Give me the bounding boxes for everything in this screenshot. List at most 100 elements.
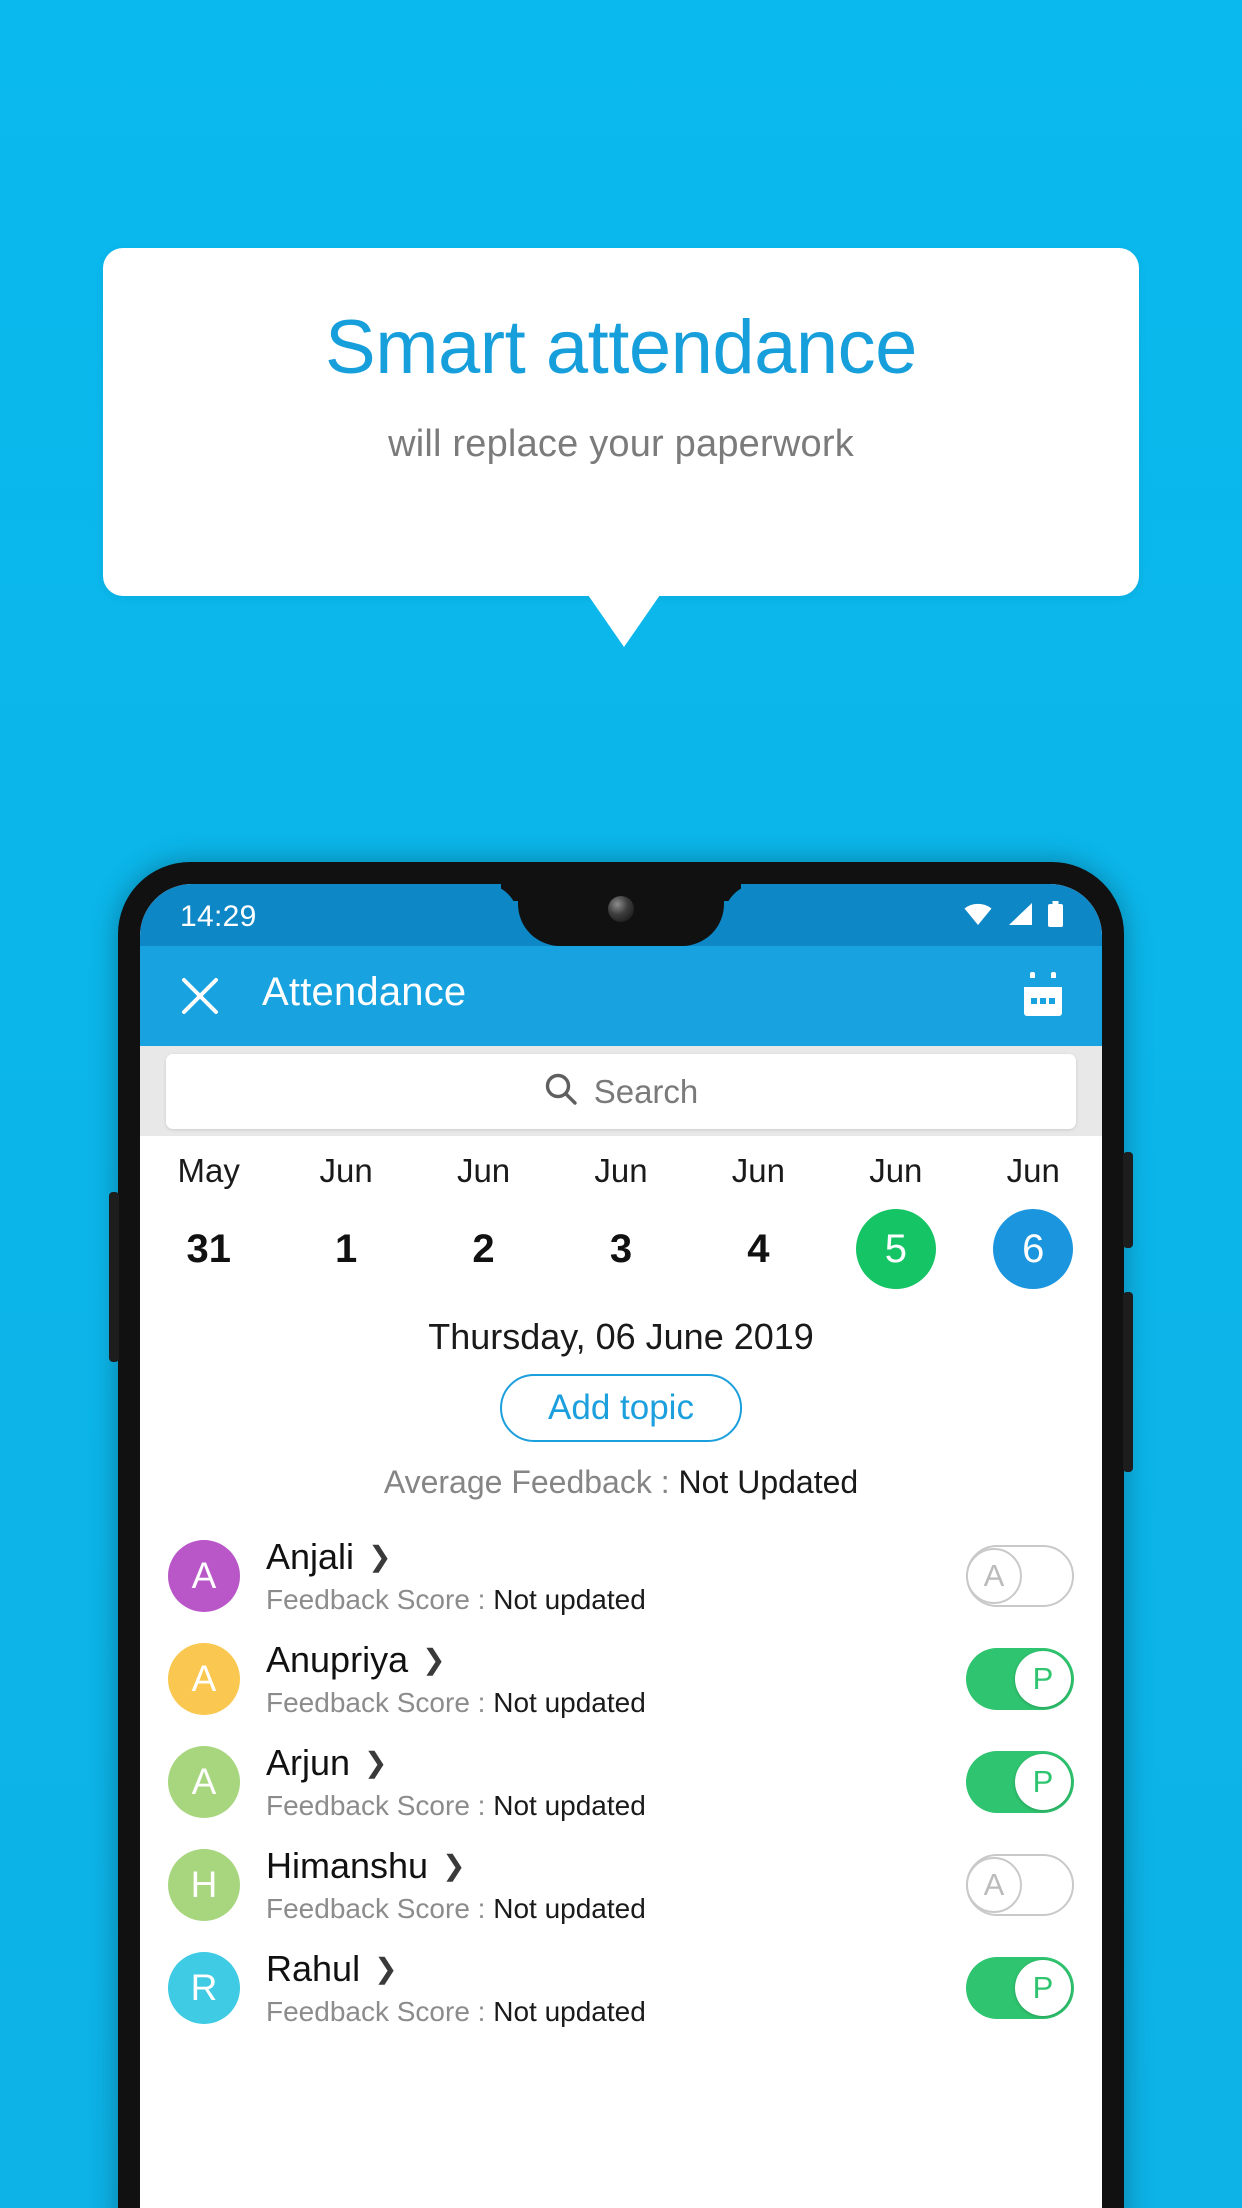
search-icon [544,1072,578,1111]
attendance-toggle[interactable]: A [966,1853,1074,1916]
phone-mockup: 14:29 Attendance Search May 31 Jun 1 Jun… [109,862,1133,2208]
attendance-toggle[interactable]: P [966,1956,1074,2019]
attendance-toggle-knob: A [966,1547,1022,1604]
avatar: A [168,1745,240,1818]
date-day-label: 5 [884,1227,907,1271]
date-day-badge: 6 [993,1209,1074,1289]
feedback-score-label: Feedback Score : [266,1583,494,1615]
date-month-label: Jun [319,1152,373,1189]
student-row[interactable]: A Anupriya ❯ Feedback Score : Not updated P [140,1627,1102,1730]
feedback-score-line: Feedback Score : Not updated [266,1687,966,1719]
student-info: Arjun ❯ Feedback Score : Not updated [240,1742,966,1822]
avatar: R [168,1951,240,2024]
date-cell-jun-1[interactable]: Jun 1 [277,1136,414,1289]
selected-day-label: Thursday, 06 June 2019 [428,1316,814,1357]
date-month-label: Jun [869,1152,923,1189]
status-icons [963,901,1064,932]
student-name-line[interactable]: Himanshu ❯ [266,1845,966,1887]
student-info: Himanshu ❯ Feedback Score : Not updated [240,1845,966,1925]
date-day-label: 3 [609,1227,633,1271]
student-name: Himanshu [266,1844,429,1886]
average-feedback-value: Not Updated [678,1464,859,1500]
student-info: Anupriya ❯ Feedback Score : Not updated [240,1639,966,1719]
feedback-score-value: Not updated [493,1995,646,2027]
feedback-score-line: Feedback Score : Not updated [266,1584,966,1616]
date-day-badge: 2 [444,1209,524,1289]
date-month-label: May [177,1152,240,1189]
search-bar-container: Search [140,1046,1102,1136]
student-name-line[interactable]: Arjun ❯ [266,1742,966,1784]
search-placeholder: Search [593,1072,699,1110]
date-cell-jun-3[interactable]: Jun 3 [552,1136,689,1289]
student-name-line[interactable]: Anupriya ❯ [266,1639,966,1681]
signal-icon [1007,902,1033,931]
student-row[interactable]: H Himanshu ❯ Feedback Score : Not updated A [140,1833,1102,1936]
date-day-label: 1 [335,1227,358,1271]
search-input[interactable]: Search [166,1054,1076,1129]
date-day-label: 2 [472,1227,495,1271]
date-day-label: 31 [186,1227,231,1271]
student-name: Arjun [266,1741,351,1783]
date-day-badge: 5 [855,1209,936,1289]
chevron-right-icon[interactable]: ❯ [368,1542,391,1571]
date-month-label: Jun [456,1152,511,1189]
status-time: 14:29 [180,900,257,933]
feedback-score-label: Feedback Score : [266,1789,494,1821]
date-day-label: 4 [747,1227,770,1271]
date-month-label: Jun [731,1152,785,1189]
chevron-right-icon[interactable]: ❯ [364,1748,387,1777]
battery-icon [1047,901,1064,932]
date-month-label: Jun [1006,1152,1060,1189]
date-day-badge: 31 [169,1209,249,1289]
chevron-right-icon[interactable]: ❯ [442,1851,465,1880]
chevron-right-icon[interactable]: ❯ [374,1954,397,1983]
date-cell-jun-4[interactable]: Jun 4 [690,1136,827,1289]
date-day-badge: 3 [581,1209,661,1289]
student-row[interactable]: R Rahul ❯ Feedback Score : Not updated P [140,1936,1102,2039]
date-cell-jun-5[interactable]: Jun 5 [827,1136,964,1289]
assistant-button[interactable] [109,1192,119,1362]
feedback-score-value: Not updated [493,1583,646,1615]
attendance-toggle[interactable]: A [966,1544,1074,1607]
student-info: Rahul ❯ Feedback Score : Not updated [240,1948,966,2028]
calendar-icon[interactable] [1020,972,1066,1020]
feedback-score-label: Feedback Score : [266,1892,494,1924]
date-cell-jun-2[interactable]: Jun 2 [415,1136,552,1289]
student-row[interactable]: A Anjali ❯ Feedback Score : Not updated A [140,1524,1102,1627]
date-strip: May 31 Jun 1 Jun 2 Jun 3 Jun 4 Jun 5 Jun 6 [140,1136,1102,1314]
wifi-icon [963,902,993,931]
power-button[interactable] [1123,1152,1133,1248]
feedback-score-line: Feedback Score : Not updated [266,1996,966,2028]
headline-card: Smart attendance will replace your paper… [103,248,1139,596]
add-topic-button[interactable]: Add topic [500,1374,742,1442]
page-title: Smart attendance [325,305,917,390]
close-icon[interactable] [178,974,222,1018]
average-feedback: Average Feedback : Not Updated [140,1464,1102,1501]
feedback-score-label: Feedback Score : [266,1995,494,2027]
student-list[interactable]: A Anjali ❯ Feedback Score : Not updated A A An… [140,1524,1102,2208]
feedback-score-value: Not updated [493,1789,646,1821]
attendance-toggle[interactable]: P [966,1750,1074,1813]
feedback-score-line: Feedback Score : Not updated [266,1790,966,1822]
page-subtitle: will replace your paperwork [388,423,854,465]
date-cell-jun-6[interactable]: Jun 6 [965,1136,1102,1289]
feedback-score-value: Not updated [493,1892,646,1924]
average-feedback-label: Average Feedback : [383,1464,679,1500]
date-day-badge: 1 [306,1209,386,1289]
feedback-score-line: Feedback Score : Not updated [266,1893,966,1925]
attendance-toggle-knob: P [1015,1753,1071,1810]
app-bar: Attendance [140,946,1102,1046]
student-name-line[interactable]: Rahul ❯ [266,1948,966,1990]
student-name-line[interactable]: Anjali ❯ [266,1536,966,1578]
chevron-right-icon[interactable]: ❯ [422,1645,445,1674]
student-info: Anjali ❯ Feedback Score : Not updated [240,1536,966,1616]
attendance-toggle-knob: P [1015,1650,1071,1707]
feedback-score-value: Not updated [493,1686,646,1718]
date-cell-may-31[interactable]: May 31 [140,1136,277,1289]
feedback-score-label: Feedback Score : [266,1686,494,1718]
phone-screen: 14:29 Attendance Search May 31 Jun 1 Jun… [140,884,1102,2208]
attendance-toggle[interactable]: P [966,1647,1074,1710]
volume-button[interactable] [1123,1292,1133,1472]
student-row[interactable]: A Arjun ❯ Feedback Score : Not updated P [140,1730,1102,1833]
app-bar-title: Attendance [262,970,467,1014]
